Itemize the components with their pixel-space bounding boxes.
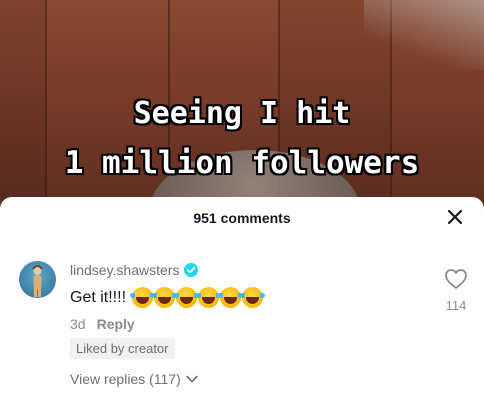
reply-button[interactable]: Reply — [97, 316, 135, 332]
face-with-tears-of-joy-icon — [174, 287, 200, 308]
video-background[interactable]: Seeing I hit 1 million followers — [0, 0, 484, 215]
face-with-tears-of-joy-icon — [130, 287, 156, 308]
comment-text: Get it!!!! — [70, 288, 127, 306]
chevron-down-icon — [185, 375, 198, 383]
avatar[interactable] — [19, 261, 56, 298]
view-replies-label: View replies (117) — [70, 371, 181, 387]
video-caption-line2: 1 million followers — [64, 145, 420, 181]
liked-by-creator-badge: Liked by creator — [70, 338, 175, 359]
face-with-tears-of-joy-icon — [218, 287, 244, 308]
comments-count: 951 comments — [193, 210, 291, 226]
comments-sheet: 951 comments lindsey.shawsters Get it!!!… — [0, 197, 484, 400]
comment-time: 3d — [70, 316, 86, 332]
close-icon[interactable] — [446, 208, 464, 226]
heart-icon — [445, 269, 467, 289]
emoji-row — [130, 287, 266, 308]
face-with-tears-of-joy-icon — [240, 287, 266, 308]
face-with-tears-of-joy-icon — [152, 287, 178, 308]
like-count: 114 — [445, 298, 467, 313]
video-caption-line1: Seeing I hit — [133, 96, 351, 131]
comment-username[interactable]: lindsey.shawsters — [70, 262, 179, 278]
like-button[interactable]: 114 — [440, 268, 472, 313]
window-glare — [364, 0, 484, 70]
face-with-tears-of-joy-icon — [196, 287, 222, 308]
comments-header: 951 comments — [0, 197, 484, 241]
verified-check-icon — [184, 263, 199, 277]
comment-text-row: Get it!!!! — [70, 287, 266, 308]
comment-username-row[interactable]: lindsey.shawsters — [70, 262, 199, 278]
view-replies-button[interactable]: View replies (117) — [70, 371, 199, 387]
comment-meta: 3d Reply — [70, 316, 135, 332]
